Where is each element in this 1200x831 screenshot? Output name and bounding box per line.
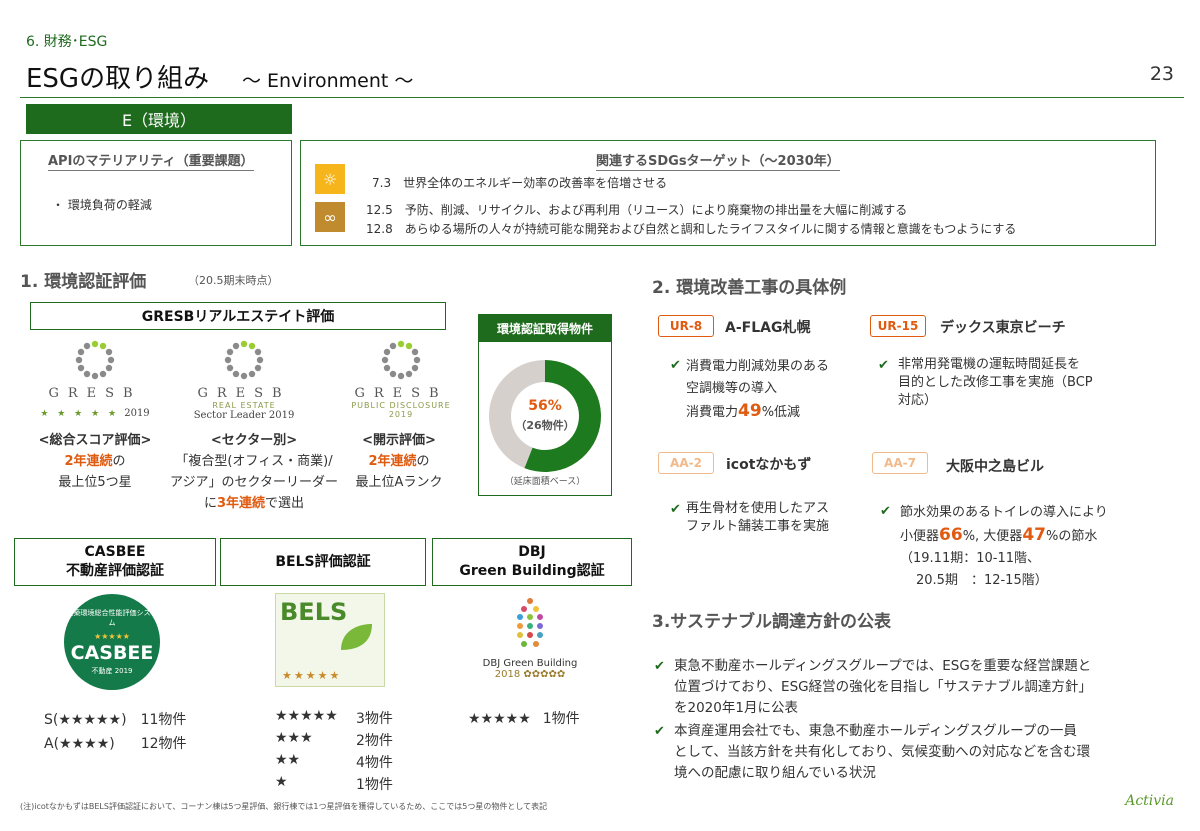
gresb-heading: GRESBリアルエステイト評価 [30, 302, 446, 330]
dbj-logo: DBJ Green Building 2018 ✿✿✿✿✿ [470, 596, 590, 680]
gresb-sector-text: <セクター別> 「複合型(オフィス・商業)/ アジア」のセクターリーダー に3年… [170, 433, 338, 511]
dbj-heading: DBJ Green Building認証 [432, 538, 632, 586]
sdg-target-12-5: 12.5 予防、削減、リサイクル、および再利用（リユース）により廃棄物の排出量を… [366, 203, 908, 217]
footnote: (注)icotなかもずはBELS評価認証において、コーナン棟は5つ星評価、銀行棟… [20, 802, 548, 811]
gresb-logo-sector: GRESB REAL ESTATE Sector Leader 2019 [188, 338, 300, 421]
gresb-ring-icon [75, 340, 115, 380]
desc-ur-8: 消費電力削減効果のある 空調機等の導入 消費電力49%低減 [686, 359, 830, 421]
cert-panel-title: 環境認証取得物件 [478, 314, 612, 342]
dbj-row-5: ★★★★★ 1物件 [468, 711, 580, 727]
sec3-para-2: 本資産運用会社でも、東急不動産ホールディングスグループの一員 として、当該方針を… [674, 723, 1091, 781]
gresb-year: Sector Leader 2019 [193, 410, 295, 421]
gresb-logo-overall: GRESB ★ ★ ★ ★ ★ 2019 [40, 338, 150, 420]
donut-note: （延床面積ベース） [504, 477, 586, 487]
donut-percent: 56% [528, 398, 562, 414]
bels-row-1-count: 1物件 [356, 777, 393, 793]
materiality-item: ・ 環境負荷の軽減 [52, 198, 152, 212]
gresb-wordmark: GRESB [197, 386, 291, 401]
casbee-row-a: A(★★★★) 12物件 [44, 736, 187, 752]
casbee-heading: CASBEE 不動産評価認証 [14, 538, 216, 586]
check-icon: ✔ [670, 358, 681, 373]
badge-ur-15: UR-15 [870, 315, 926, 337]
desc-ur-15: 非常用発電機の運転時間延長を 目的とした改修工事を実施（BCP 対応） [898, 357, 1093, 408]
page-title: ESGの取り組み [26, 64, 210, 94]
gresb-ring-icon [224, 340, 264, 380]
dbj-dots-icon [517, 598, 543, 647]
bels-row-2-count: 4物件 [356, 755, 393, 771]
header-rule [20, 97, 1184, 98]
sdg12-consumption-icon: ∞ [315, 202, 345, 232]
bels-row-5-count: 3物件 [356, 711, 393, 727]
property-name-icot-nakamozu: icotなかもず [726, 457, 812, 473]
sec3-title: 3.サステナブル調達方針の公表 [652, 612, 891, 632]
bels-row-1-rank: ★ [275, 774, 288, 790]
sec3-para-1: 東急不動産ホールディングスグループでは、ESGを重要な経営課題と 位置づけており… [674, 658, 1092, 716]
check-icon: ✔ [654, 659, 665, 674]
sdgs-title: 関連するSDGsターゲット（～2030年） [596, 150, 840, 171]
gresb-sub: REAL ESTATE [212, 401, 276, 410]
check-icon: ✔ [654, 724, 665, 739]
gresb-overall-text: <総合スコア評価> 2年連続の 最上位5つ星 [38, 433, 152, 490]
sdg7-energy-icon: ☼ [315, 164, 345, 194]
environment-tab: E（環境） [26, 104, 292, 134]
donut-count: （26物件） [515, 419, 575, 432]
sdg-target-12-8: 12.8 あらゆる場所の人々が持続可能な開発および自然と調和したライフスタイルに… [366, 222, 1017, 236]
cert-donut-chart [489, 360, 601, 472]
sec1-note: （20.5期末時点） [188, 274, 279, 287]
gresb-year: 2019 [124, 408, 150, 419]
activia-logo: Activia [1125, 793, 1174, 809]
bels-row-3-count: 2物件 [356, 733, 393, 749]
badge-ur-8: UR-8 [658, 315, 714, 337]
desc-aa-7: 節水効果のあるトイレの導入により 小便器66%, 大便器47%の節水 （19.1… [900, 505, 1108, 588]
property-name-a-flag-sapporo: A-FLAG札幌 [725, 320, 811, 336]
leaf-icon [341, 624, 372, 650]
gresb-disclosure-text: <開示評価> 2年連続の 最上位Aランク [355, 433, 443, 490]
gresb-ring-icon [381, 340, 421, 380]
gresb-wordmark: GRESB [48, 386, 142, 401]
casbee-logo: 建築環境総合性能評価システム ★★★★★ CASBEE 不動産 2019 [64, 594, 160, 690]
property-name-osaka-nakanoshima: 大阪中之島ビル [946, 459, 1044, 475]
gresb-stars: ★ ★ ★ ★ ★ [40, 409, 120, 419]
check-icon: ✔ [878, 358, 889, 373]
bels-row-2-rank: ★★ [275, 752, 301, 768]
property-name-decks-tokyo-beach: デックス東京ビーチ [940, 320, 1066, 336]
desc-aa-2: 再生骨材を使用したアス ファルト舗装工事を実施 [686, 501, 830, 534]
check-icon: ✔ [670, 502, 681, 517]
casbee-row-s: S(★★★★★) 11物件 [44, 712, 187, 728]
section-label: 6. 財務･ESG [26, 34, 108, 50]
badge-aa-7: AA-7 [872, 452, 928, 474]
page-number: 23 [1149, 63, 1174, 85]
sdg-target-7-3: 7.3 世界全体のエネルギー効率の改善率を倍増させる [372, 176, 668, 190]
sec2-title: 2. 環境改善工事の具体例 [652, 278, 847, 298]
gresb-logo-disclosure: GRESB PUBLIC DISCLOSURE 2019 [340, 338, 462, 419]
sec1-title: 1. 環境認証評価 [20, 272, 147, 292]
bels-row-3-rank: ★★★ [275, 730, 313, 746]
bels-heading: BELS評価認証 [220, 538, 426, 586]
badge-aa-2: AA-2 [658, 452, 714, 474]
bels-logo: BELS ★★★★★ [275, 593, 385, 687]
page-subtitle: ～ Environment ～ [242, 70, 414, 92]
bels-row-5-rank: ★★★★★ [275, 708, 338, 724]
gresb-sub: PUBLIC DISCLOSURE 2019 [351, 401, 451, 419]
materiality-title: APIのマテリアリティ（重要課題） [48, 150, 254, 171]
gresb-wordmark: GRESB [354, 386, 448, 401]
check-icon: ✔ [880, 504, 891, 519]
